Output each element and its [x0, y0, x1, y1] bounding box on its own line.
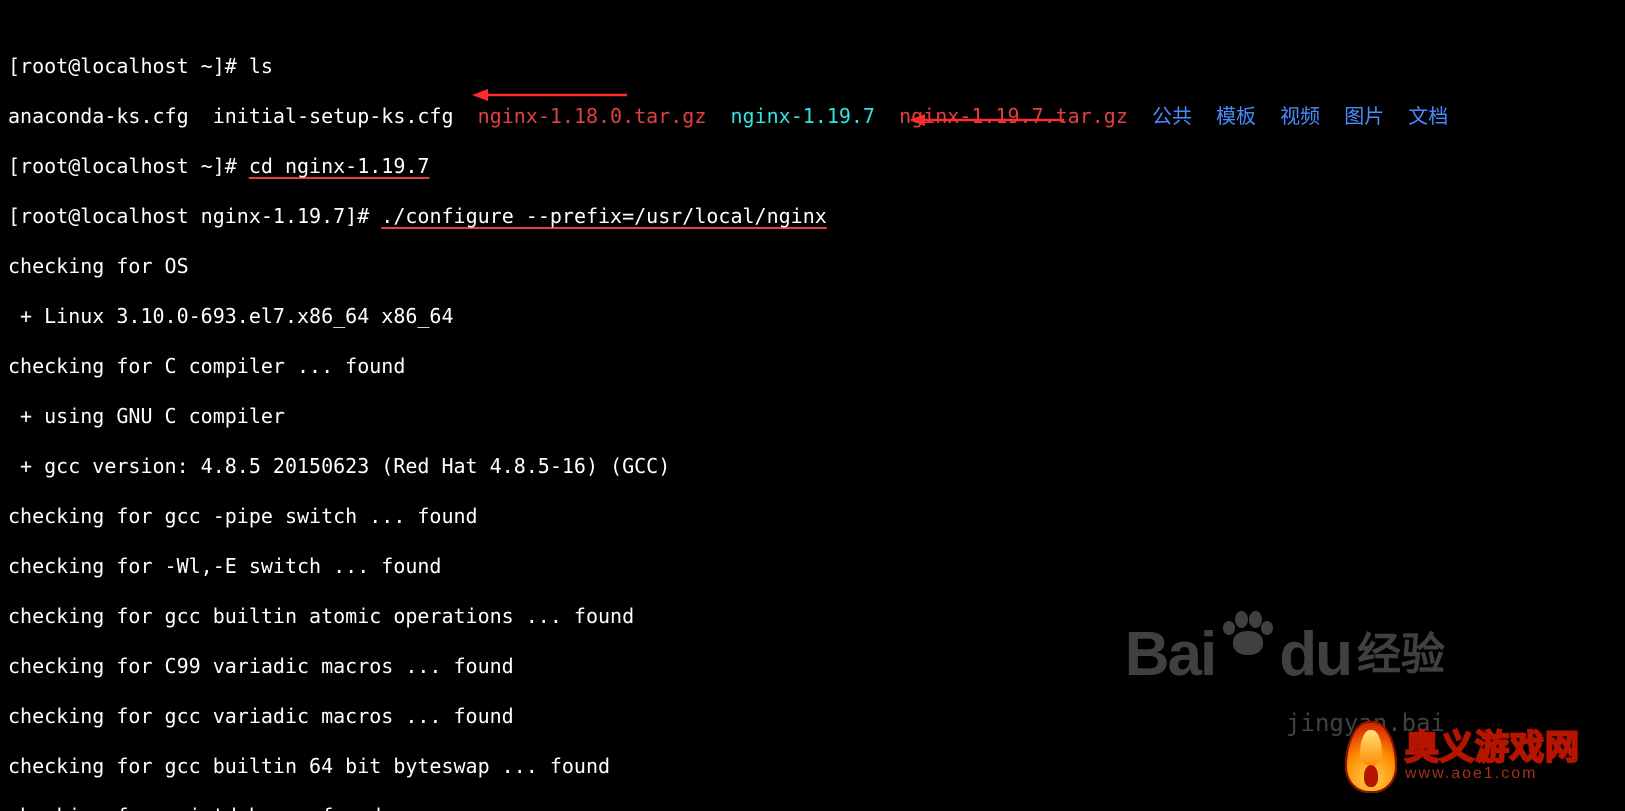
terminal-line: checking for gcc variadic macros ... fou… — [8, 704, 1617, 729]
gap — [706, 104, 730, 128]
terminal-line: checking for gcc builtin 64 bit byteswap… — [8, 754, 1617, 779]
terminal-line: + Linux 3.10.0-693.el7.x86_64 x86_64 — [8, 304, 1617, 329]
shell-command: ls — [249, 54, 273, 78]
terminal-output: [root@localhost ~]# ls anaconda-ks.cfg i… — [0, 0, 1625, 811]
shell-prompt: [root@localhost ~]# — [8, 154, 249, 178]
terminal-line: anaconda-ks.cfg initial-setup-ks.cfg ngi… — [8, 104, 1617, 129]
terminal-line: checking for unistd.h ... found — [8, 804, 1617, 811]
terminal-line: + using GNU C compiler — [8, 404, 1617, 429]
ls-item-dir-cn: 公共 模板 视频 图片 文档 — [1152, 104, 1448, 128]
gap — [875, 104, 899, 128]
terminal-line: checking for C compiler ... found — [8, 354, 1617, 379]
ls-item-dir: nginx-1.19.7 — [730, 104, 875, 128]
terminal-line: [root@localhost ~]# ls — [8, 54, 1617, 79]
ls-item-archive: nginx-1.18.0.tar.gz — [478, 104, 707, 128]
terminal-line: [root@localhost nginx-1.19.7]# ./configu… — [8, 204, 1617, 229]
terminal-line: + gcc version: 4.8.5 20150623 (Red Hat 4… — [8, 454, 1617, 479]
terminal-line: checking for OS — [8, 254, 1617, 279]
shell-prompt: [root@localhost nginx-1.19.7]# — [8, 204, 381, 228]
ls-item: anaconda-ks.cfg initial-setup-ks.cfg — [8, 104, 478, 128]
shell-prompt: [root@localhost ~]# — [8, 54, 249, 78]
shell-command: ./configure --prefix=/usr/local/nginx — [381, 204, 827, 228]
terminal-line: [root@localhost ~]# cd nginx-1.19.7 — [8, 154, 1617, 179]
terminal-line: checking for gcc -pipe switch ... found — [8, 504, 1617, 529]
terminal-line: checking for gcc builtin atomic operatio… — [8, 604, 1617, 629]
shell-command: cd nginx-1.19.7 — [249, 154, 430, 178]
gap — [1128, 104, 1152, 128]
terminal-line: checking for C99 variadic macros ... fou… — [8, 654, 1617, 679]
terminal-line: checking for -Wl,-E switch ... found — [8, 554, 1617, 579]
ls-item-archive: nginx-1.19.7.tar.gz — [899, 104, 1128, 128]
